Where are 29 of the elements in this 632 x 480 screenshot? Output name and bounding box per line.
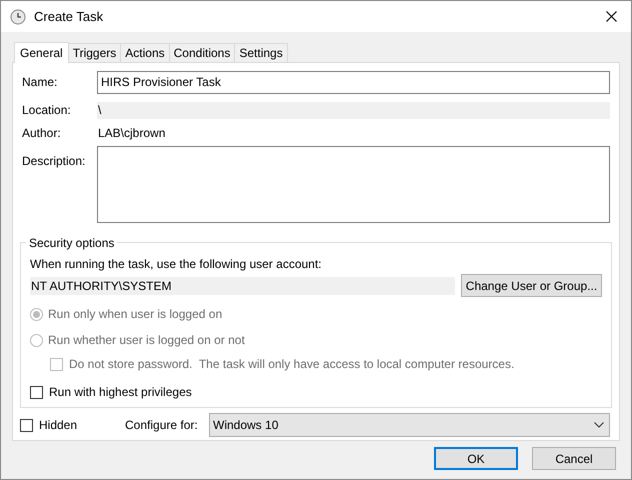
name-field[interactable]: HIRS Provisioner Task: [97, 70, 610, 94]
clock-icon: [10, 8, 26, 24]
field-label: Author:: [22, 125, 62, 142]
window-title: Create Task: [34, 8, 104, 26]
close-icon: [606, 11, 616, 22]
tab[interactable]: Settings: [234, 43, 288, 62]
checkbox[interactable]: [30, 386, 43, 398]
radio-label: Run whether user is logged on or not: [48, 332, 245, 349]
field-label: Description:: [22, 153, 86, 170]
dialog-button[interactable]: OK: [434, 447, 518, 470]
field-label: Configure for:: [125, 417, 199, 434]
checkbox-label: Hidden: [39, 417, 78, 434]
prompt-text: When running the task, use the following user account:: [30, 256, 323, 271]
change-user-button[interactable]: Change User or Group...: [461, 274, 602, 297]
configure-dropdown[interactable]: Windows 10: [209, 413, 610, 437]
checkbox-label: Run with highest privileges: [49, 384, 192, 401]
tab[interactable]: Triggers: [68, 43, 122, 62]
location-value: \: [97, 102, 610, 118]
radio-label: Run only when user is logged on: [48, 306, 222, 323]
dialog-button[interactable]: Cancel: [532, 447, 616, 470]
author-value: LAB\cjbrown: [97, 125, 166, 142]
field-label: Name:: [22, 74, 58, 91]
caret-icon: [594, 422, 604, 428]
description-field[interactable]: [97, 146, 610, 223]
tab[interactable]: General: [14, 42, 69, 63]
checkbox[interactable]: [20, 418, 33, 432]
checkbox-label: Do not store password. The task will only have access to local computer resources.: [69, 356, 514, 373]
account-value: NT AUTHORITY\SYSTEM: [30, 276, 455, 294]
field-label: Location:: [22, 102, 72, 119]
